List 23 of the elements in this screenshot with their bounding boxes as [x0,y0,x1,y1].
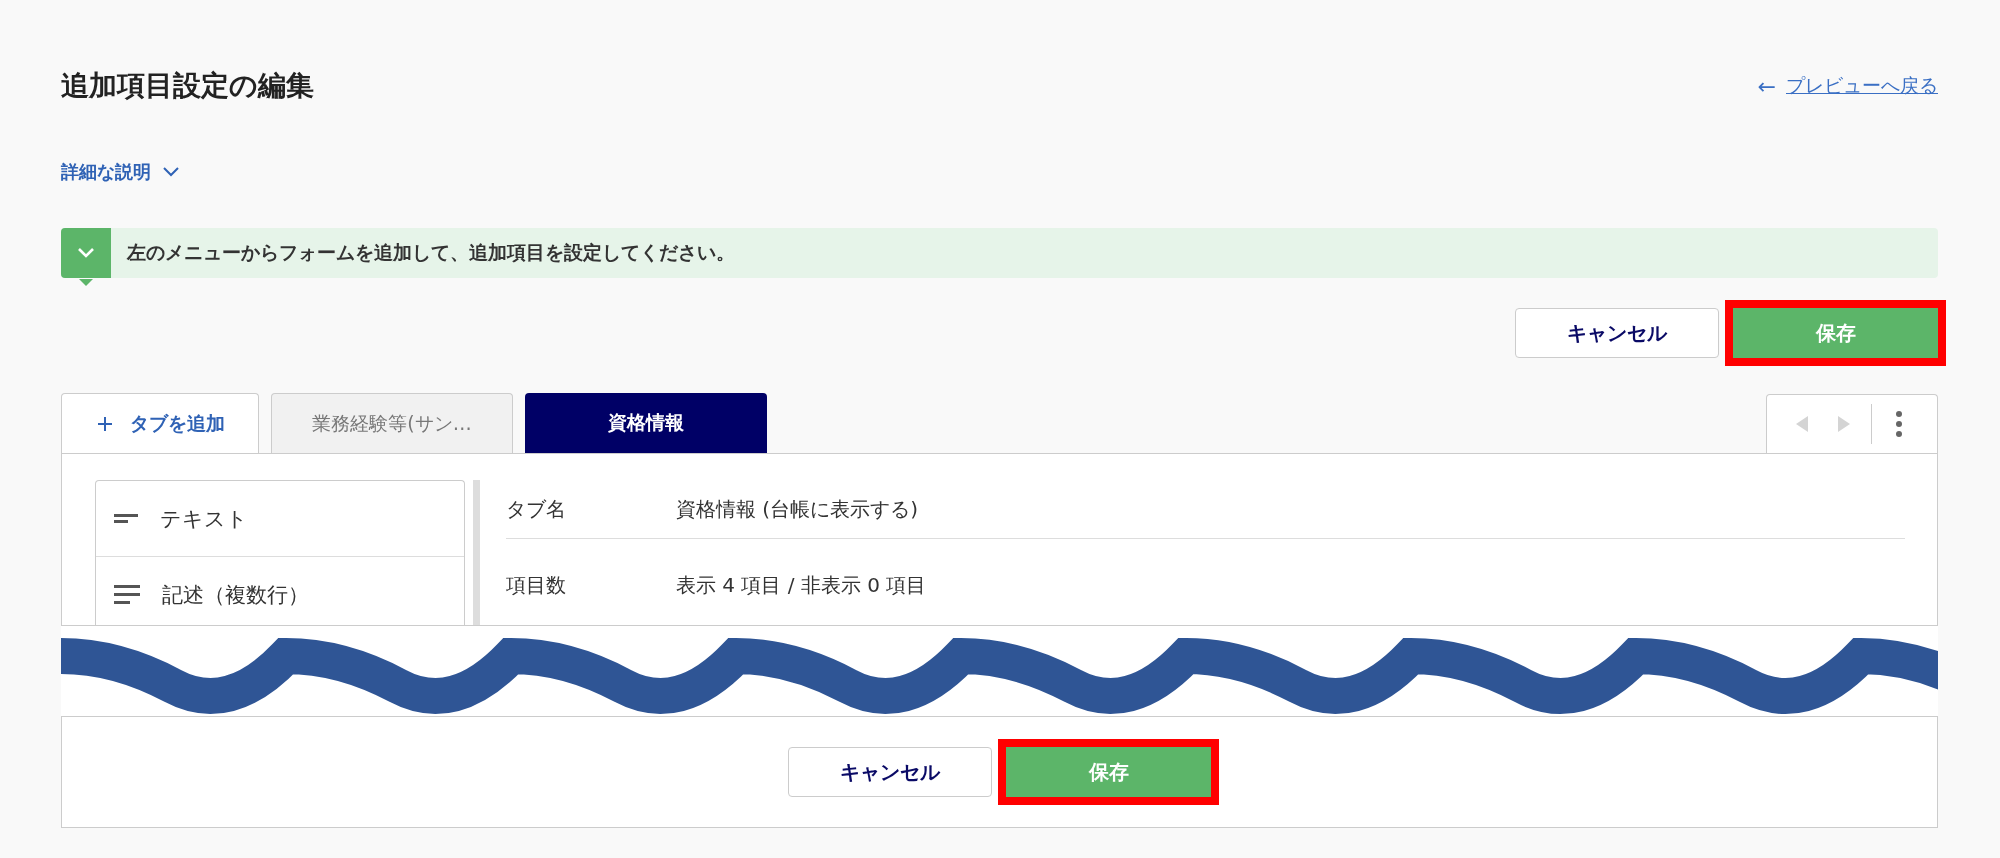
scrollbar[interactable] [473,480,480,625]
info-label: タブ名 [506,495,567,523]
page-title: 追加項目設定の編集 [61,68,314,104]
right-triangle-icon [1837,415,1851,433]
plus-icon [95,414,114,433]
info-value: 資格情報 (台帳に表示する) [676,495,918,523]
tab[interactable]: 資格情報 [525,393,767,453]
menu-item[interactable]: テキスト [96,481,464,557]
tab[interactable]: 業務経験等(サン… [271,393,513,453]
short-text-icon [114,514,138,523]
chevron-icon [163,167,179,177]
back-link[interactable]: ← プレビューへ戻る [1757,73,1938,99]
cancel-button[interactable]: キャンセル [788,747,992,797]
paragraph-icon [114,585,140,604]
info-value: 表示 4 項目 / 非表示 0 項目 [676,571,927,599]
left-triangle-icon [1795,415,1809,433]
info-label: 項目数 [506,571,567,599]
notice-text: 左のメニューからフォームを追加して、追加項目を設定してください。 [127,240,735,265]
add-tab-button[interactable]: タブを追加 [61,393,259,453]
kebab-menu-icon [1896,411,1902,437]
cancel-button[interactable]: キャンセル [1515,308,1719,358]
details-toggle[interactable]: 詳細な説明 [61,160,179,184]
chevron-icon [78,248,94,258]
